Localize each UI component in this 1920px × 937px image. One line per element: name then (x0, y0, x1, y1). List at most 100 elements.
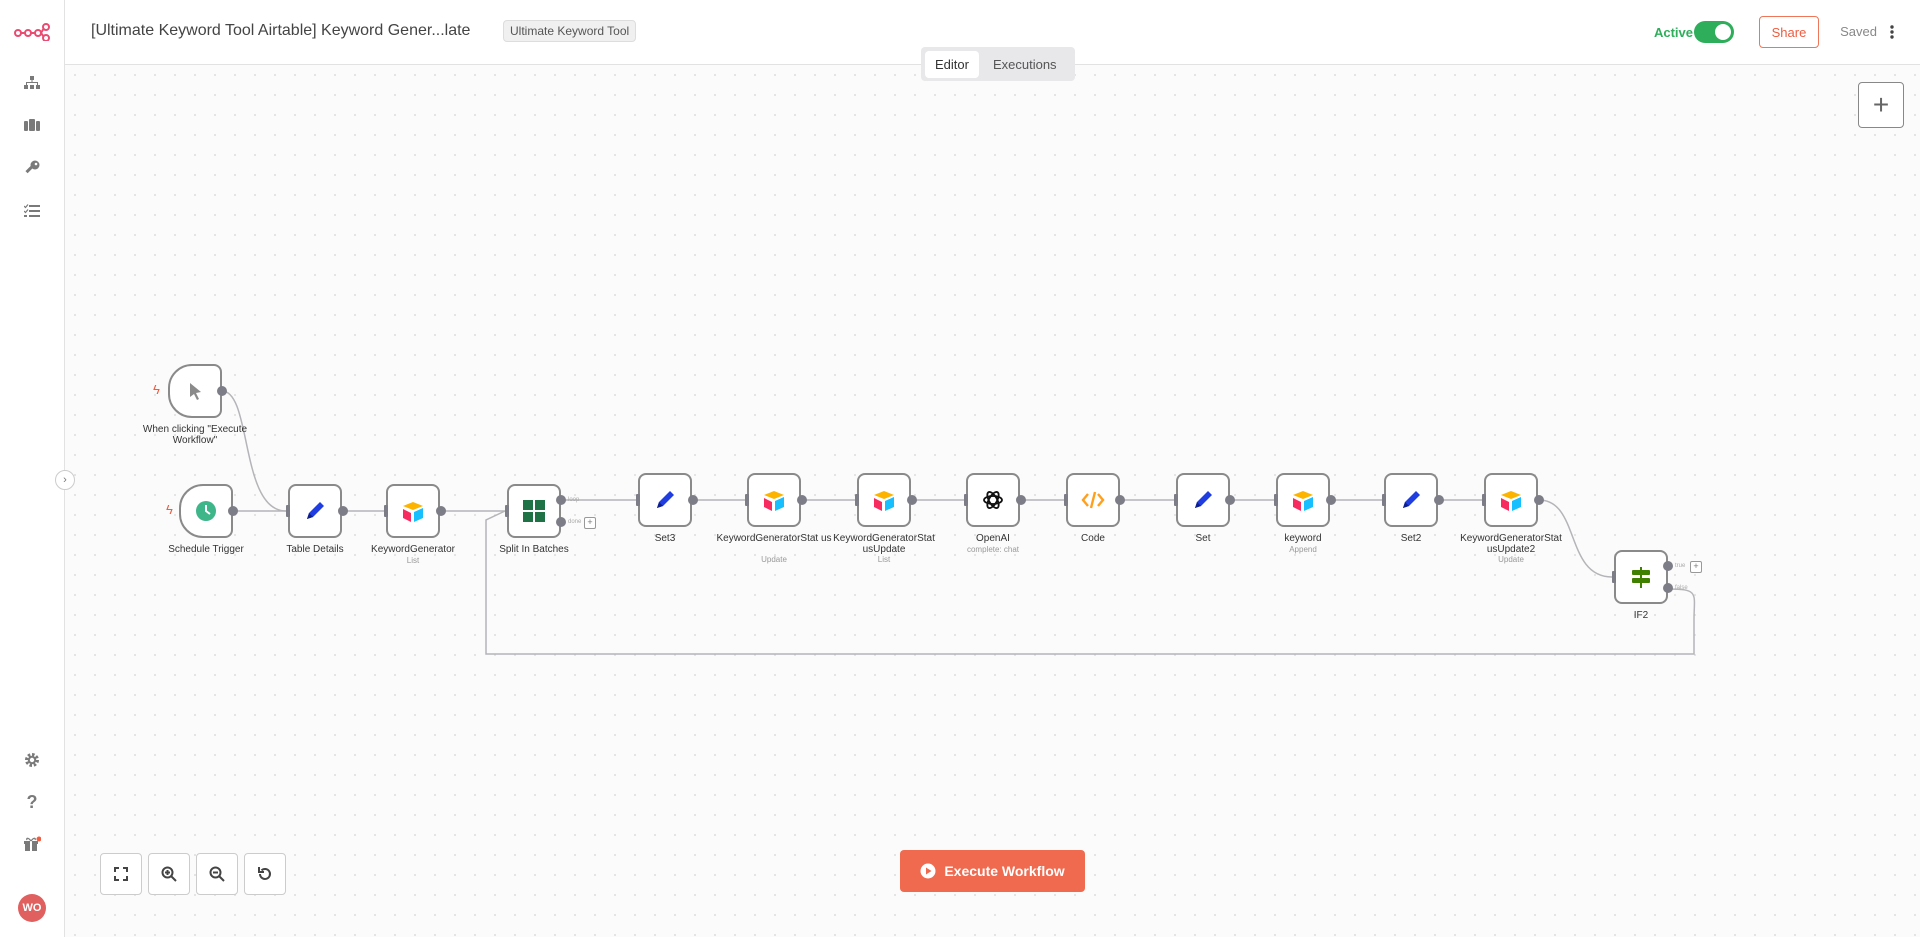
code-icon (1081, 491, 1105, 509)
node-keyword-generator-status-update[interactable] (857, 473, 911, 527)
pencil-icon (1195, 491, 1212, 508)
add-connection-button[interactable]: + (584, 517, 596, 529)
pencil-icon (307, 502, 324, 519)
reset-zoom-button[interactable] (244, 853, 286, 895)
node-set[interactable] (1176, 473, 1230, 527)
output-handle[interactable] (907, 495, 917, 505)
node-keyword-generator-status-update2[interactable] (1484, 473, 1538, 527)
output-handle[interactable] (1434, 495, 1444, 505)
add-connection-button[interactable]: + (1690, 561, 1702, 573)
node-subtitle: List (406, 556, 420, 565)
input-handle[interactable] (1274, 494, 1278, 506)
output-handle[interactable] (338, 506, 348, 516)
output-handle[interactable] (797, 495, 807, 505)
active-toggle[interactable] (1694, 21, 1734, 43)
grid-icon (523, 500, 545, 522)
signpost-icon (1632, 567, 1650, 588)
output-label-loop: loop (568, 497, 580, 503)
node-subtitle: Update (761, 555, 787, 564)
node-manual-trigger[interactable] (168, 364, 222, 418)
output-handle[interactable] (1115, 495, 1125, 505)
node-code[interactable] (1066, 473, 1120, 527)
more-options-icon[interactable] (1884, 20, 1900, 44)
editor-tabs: Editor Executions (921, 47, 1075, 81)
workflows-icon[interactable] (20, 71, 44, 95)
avatar[interactable]: WO (18, 894, 46, 922)
expand-sidebar-icon[interactable]: › (55, 470, 75, 490)
node-label: Schedule Trigger (168, 544, 244, 555)
output-label-false: false (1675, 585, 1688, 591)
node-table-details[interactable] (288, 484, 342, 538)
node-split-in-batches[interactable] (507, 484, 561, 538)
templates-icon[interactable] (20, 113, 44, 137)
zoom-out-button[interactable] (196, 853, 238, 895)
sidebar: ? WO (0, 0, 65, 937)
node-subtitle: List (877, 555, 891, 564)
input-handle[interactable] (1174, 494, 1178, 506)
output-handle[interactable] (1326, 495, 1336, 505)
input-handle[interactable] (964, 494, 968, 506)
output-handle-loop[interactable] (556, 495, 566, 505)
node-keyword-generator[interactable] (386, 484, 440, 538)
airtable-icon (874, 491, 894, 511)
airtable-icon (403, 502, 423, 522)
output-handle-true[interactable] (1663, 561, 1673, 571)
gear-icon[interactable] (20, 748, 44, 772)
output-handle[interactable] (1534, 495, 1544, 505)
tab-executions[interactable]: Executions (983, 51, 1067, 78)
node-schedule-trigger[interactable] (179, 484, 233, 538)
input-handle[interactable] (1612, 571, 1616, 583)
pencil-icon (657, 491, 674, 508)
input-handle[interactable] (855, 494, 859, 506)
pencil-icon (1403, 491, 1420, 508)
execute-workflow-button[interactable]: Execute Workflow (900, 850, 1085, 892)
output-handle[interactable] (688, 495, 698, 505)
clock-icon (196, 501, 216, 521)
help-icon[interactable]: ? (20, 790, 44, 814)
input-handle[interactable] (745, 494, 749, 506)
share-button[interactable]: Share (1759, 16, 1819, 48)
trigger-bolt-icon: ϟ (153, 382, 160, 397)
output-handle[interactable] (1225, 495, 1235, 505)
node-subtitle: complete: chat (966, 545, 1020, 554)
node-openai[interactable] (966, 473, 1020, 527)
undo-icon (258, 867, 271, 880)
workflow-name[interactable]: [Ultimate Keyword Tool Airtable] Keyword… (91, 22, 470, 40)
node-label: KeywordGeneratorStat us (716, 533, 832, 544)
zoom-in-button[interactable] (148, 853, 190, 895)
executions-icon[interactable] (20, 199, 44, 223)
credentials-icon[interactable] (20, 156, 44, 180)
node-label: Code (1081, 533, 1105, 544)
output-handle[interactable] (1016, 495, 1026, 505)
input-handle[interactable] (1482, 494, 1486, 506)
workflow-tag[interactable]: Ultimate Keyword Tool (503, 20, 637, 42)
input-handle[interactable] (505, 505, 509, 517)
node-set2[interactable] (1384, 473, 1438, 527)
input-handle[interactable] (1382, 494, 1386, 506)
output-handle-false[interactable] (1663, 583, 1673, 593)
node-keyword-generator-status[interactable] (747, 473, 801, 527)
node-label: KeywordGeneratorStat usUpdate2 (1460, 533, 1562, 555)
toggle-knob (1715, 24, 1731, 40)
node-set3[interactable] (638, 473, 692, 527)
zoom-to-fit-button[interactable] (100, 853, 142, 895)
node-keyword[interactable] (1276, 473, 1330, 527)
add-node-button[interactable]: + (1858, 82, 1904, 128)
input-handle[interactable] (636, 494, 640, 506)
input-handle[interactable] (1064, 494, 1068, 506)
input-handle[interactable] (384, 505, 388, 517)
node-label: KeywordGeneratorStat usUpdate (833, 533, 935, 555)
output-handle[interactable] (228, 506, 238, 516)
cursor-icon (190, 383, 201, 400)
tab-editor[interactable]: Editor (925, 50, 979, 78)
saved-status: Saved (1840, 24, 1877, 39)
gift-icon[interactable] (20, 832, 44, 856)
node-if2[interactable] (1614, 550, 1668, 604)
n8n-logo-icon[interactable] (14, 20, 50, 44)
fullscreen-icon (114, 867, 128, 881)
airtable-icon (764, 491, 784, 511)
output-handle[interactable] (436, 506, 446, 516)
output-handle-done[interactable] (556, 517, 566, 527)
output-handle[interactable] (217, 386, 227, 396)
input-handle[interactable] (286, 505, 290, 517)
